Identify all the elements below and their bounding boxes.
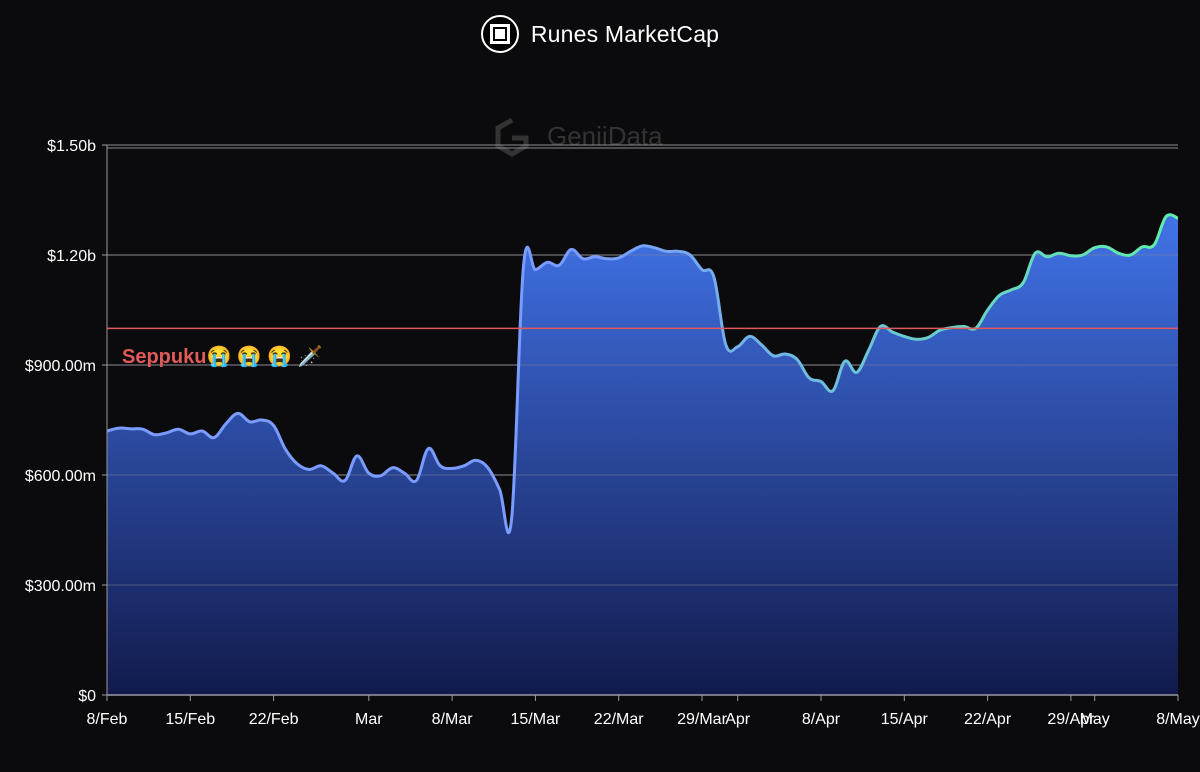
- y-tick-label: $0: [78, 688, 96, 705]
- x-tick-label: 22/Feb: [249, 711, 299, 728]
- y-tick-label: $300.00m: [25, 578, 96, 595]
- reference-line-label: Seppuku😭 😭 😭 🗡️: [122, 344, 323, 368]
- x-tick-label: 22/Apr: [964, 711, 1012, 728]
- y-tick-label: $1.50b: [47, 138, 96, 155]
- x-tick-label: 29/Mar: [677, 711, 727, 728]
- x-tick-label: 8/Mar: [432, 711, 474, 728]
- watermark-glyph: [495, 117, 529, 157]
- area-layer: [106, 213, 1179, 695]
- y-tick-label: $900.00m: [25, 358, 96, 375]
- x-tick-label: 15/Feb: [165, 711, 215, 728]
- x-tick-label: 8/Apr: [802, 711, 841, 728]
- x-tick-label: Apr: [725, 711, 751, 728]
- x-tick-label: May: [1080, 711, 1110, 728]
- x-tick-label: 15/Mar: [511, 711, 561, 728]
- y-tick-label: $1.20b: [47, 248, 96, 265]
- watermark-logo-icon: [495, 117, 529, 157]
- x-tick-label: 8/Feb: [87, 711, 128, 728]
- x-tick-label: 15/Apr: [881, 711, 929, 728]
- x-tick-label: 22/Mar: [594, 711, 644, 728]
- watermark-text: GeniiData: [547, 121, 663, 151]
- x-tick-label: 8/May: [1156, 711, 1200, 728]
- y-tick-label: $600.00m: [25, 468, 96, 485]
- area-chart: GeniiData Seppuku😭 😭 😭 🗡️ $0 $300.00m $600…: [25, 117, 1200, 728]
- x-tick-label: Mar: [355, 711, 383, 728]
